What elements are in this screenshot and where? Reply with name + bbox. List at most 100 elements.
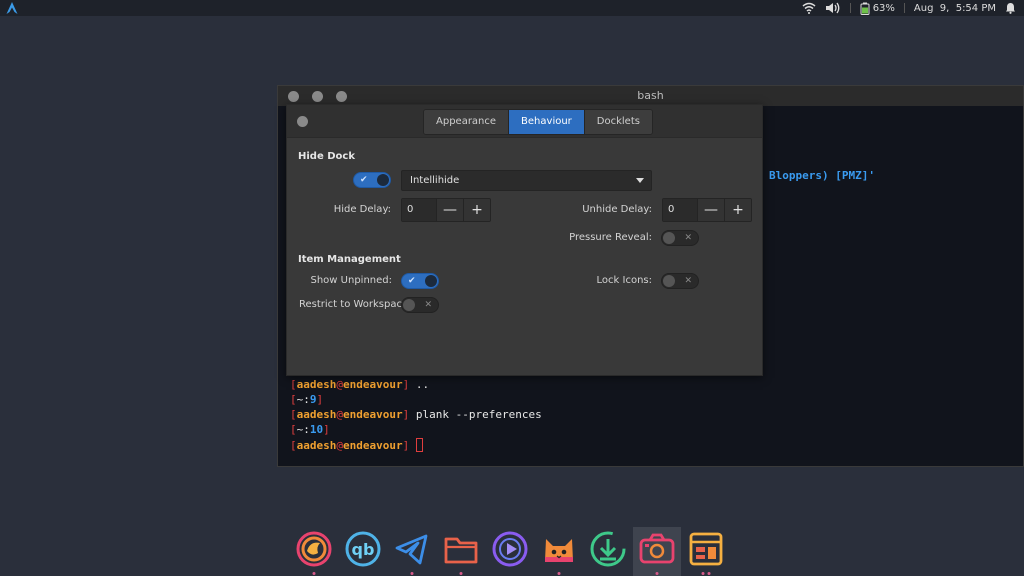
volume-icon[interactable] bbox=[825, 2, 841, 14]
item-management-heading: Item Management bbox=[298, 254, 401, 265]
terminal-prompt-line[interactable]: [aadesh@endeavour] bbox=[290, 438, 423, 452]
bell-icon[interactable] bbox=[1005, 2, 1016, 14]
restrict-workspace-switch[interactable]: ✕ bbox=[401, 297, 439, 313]
status-num: 10 bbox=[309, 423, 324, 436]
unhide-delay-spinner[interactable]: 0 — + bbox=[662, 198, 752, 222]
svg-text:qb: qb bbox=[352, 540, 375, 559]
running-indicator bbox=[312, 572, 316, 575]
unhide-delay-plus-button[interactable]: + bbox=[724, 199, 751, 221]
dock-item-plank-preferences[interactable] bbox=[682, 527, 730, 576]
dock-item-cat-app[interactable] bbox=[535, 527, 583, 576]
battery-indicator[interactable]: 63% bbox=[860, 2, 895, 15]
telegram-icon bbox=[395, 534, 428, 565]
lock-icons-label: Lock Icons: bbox=[596, 275, 652, 286]
dock-item-downloader[interactable] bbox=[584, 527, 632, 576]
prompt-at: @ bbox=[336, 378, 343, 391]
dock-item-telegram[interactable] bbox=[388, 527, 436, 576]
qbittorrent-icon: qb bbox=[345, 531, 381, 567]
hide-delay-label: Hide Delay: bbox=[333, 204, 391, 215]
tray-separator bbox=[903, 3, 905, 13]
terminal-title: bash bbox=[637, 89, 664, 102]
pressure-reveal-switch[interactable]: ✕ bbox=[661, 230, 699, 246]
running-indicator bbox=[655, 572, 659, 575]
hide-dock-switch[interactable]: ✔ bbox=[353, 172, 391, 188]
x-icon: ✕ bbox=[684, 276, 692, 286]
prompt-user: aadesh bbox=[296, 439, 337, 452]
restrict-workspace-label: Restrict to Workspace: bbox=[299, 299, 412, 310]
running-indicator bbox=[459, 572, 463, 575]
prefs-tabs: Appearance Behaviour Docklets bbox=[423, 109, 653, 135]
prefs-close-button[interactable] bbox=[297, 116, 308, 127]
clock[interactable]: Aug 9, 5:54 PM bbox=[914, 3, 996, 14]
prompt-user: aadesh bbox=[296, 378, 337, 391]
hide-mode-value: Intellihide bbox=[410, 175, 460, 186]
terminal-prompt-line: [aadesh@endeavour] plank --preferences bbox=[290, 408, 542, 421]
prompt-user: aadesh bbox=[296, 408, 337, 421]
x-icon: ✕ bbox=[424, 300, 432, 310]
prompt-host: endeavour bbox=[343, 378, 403, 391]
hide-mode-combo[interactable]: Intellihide bbox=[401, 170, 652, 191]
top-panel: 63% Aug 9, 5:54 PM bbox=[0, 0, 1024, 16]
running-indicator bbox=[701, 572, 711, 575]
running-indicator bbox=[557, 572, 561, 575]
dock-item-qbittorrent[interactable]: qb bbox=[339, 527, 387, 576]
terminal-partial-output: Bloppers) [PMZ]' bbox=[769, 169, 875, 182]
downloader-icon bbox=[590, 531, 626, 567]
dock-item-files[interactable] bbox=[437, 527, 485, 576]
dock-item-firefox[interactable] bbox=[290, 527, 338, 576]
screenshot-icon bbox=[639, 533, 675, 564]
tab-docklets[interactable]: Docklets bbox=[584, 110, 652, 134]
tab-appearance[interactable]: Appearance bbox=[424, 110, 510, 134]
tray-separator bbox=[849, 3, 851, 13]
check-icon: ✔ bbox=[360, 175, 368, 185]
battery-percent: 63% bbox=[872, 2, 895, 14]
x-icon: ✕ bbox=[684, 233, 692, 243]
firefox-icon bbox=[296, 531, 332, 567]
unhide-delay-value[interactable]: 0 bbox=[663, 199, 697, 221]
system-tray: 63% Aug 9, 5:54 PM bbox=[802, 0, 1016, 16]
hide-delay-plus-button[interactable]: + bbox=[463, 199, 490, 221]
terminal-titlebar[interactable]: bash bbox=[278, 86, 1023, 106]
prefs-header: Appearance Behaviour Docklets bbox=[287, 105, 762, 138]
hide-delay-value[interactable]: 0 bbox=[402, 199, 436, 221]
prompt-command: plank --preferences bbox=[409, 408, 542, 421]
dock-item-screenshot[interactable] bbox=[633, 527, 681, 576]
plank-preferences-icon bbox=[689, 532, 723, 566]
arch-launcher-icon[interactable] bbox=[5, 1, 19, 15]
terminal-cursor bbox=[415, 438, 423, 452]
check-icon: ✔ bbox=[408, 276, 416, 286]
tab-behaviour[interactable]: Behaviour bbox=[509, 110, 585, 134]
running-indicator bbox=[410, 572, 414, 575]
hide-delay-minus-button[interactable]: — bbox=[436, 199, 463, 221]
media-player-icon bbox=[492, 531, 528, 567]
cat-app-icon bbox=[545, 539, 573, 562]
switch-knob bbox=[663, 275, 675, 287]
dock-item-media-player[interactable] bbox=[486, 527, 534, 576]
lock-icons-switch[interactable]: ✕ bbox=[661, 273, 699, 289]
unhide-delay-label: Unhide Delay: bbox=[582, 204, 652, 215]
terminal-prompt-line: [aadesh@endeavour] .. bbox=[290, 378, 430, 391]
prompt-host: endeavour bbox=[343, 439, 403, 452]
prompt-command: .. bbox=[409, 378, 430, 391]
dropdown-arrow-icon bbox=[636, 178, 644, 183]
terminal-status-line: [~:10] bbox=[290, 423, 330, 436]
terminal-status-line: [~:9] bbox=[290, 393, 324, 406]
battery-icon bbox=[860, 2, 870, 15]
plank-preferences-dialog[interactable]: Appearance Behaviour Docklets Hide Dock … bbox=[286, 104, 763, 376]
hide-delay-spinner[interactable]: 0 — + bbox=[401, 198, 491, 222]
switch-knob bbox=[403, 299, 415, 311]
files-icon bbox=[444, 537, 478, 564]
status-num: 9 bbox=[309, 393, 317, 406]
hide-dock-heading: Hide Dock bbox=[298, 151, 355, 162]
pressure-reveal-label: Pressure Reveal: bbox=[569, 232, 652, 243]
unhide-delay-minus-button[interactable]: — bbox=[697, 199, 724, 221]
show-unpinned-label: Show Unpinned: bbox=[310, 275, 393, 286]
switch-knob bbox=[377, 174, 389, 186]
switch-knob bbox=[425, 275, 437, 287]
plank-dock: qb bbox=[290, 527, 730, 576]
switch-knob bbox=[663, 232, 675, 244]
prompt-host: endeavour bbox=[343, 408, 403, 421]
prompt-at: @ bbox=[336, 408, 343, 421]
wifi-icon[interactable] bbox=[802, 2, 816, 14]
show-unpinned-switch[interactable]: ✔ bbox=[401, 273, 439, 289]
